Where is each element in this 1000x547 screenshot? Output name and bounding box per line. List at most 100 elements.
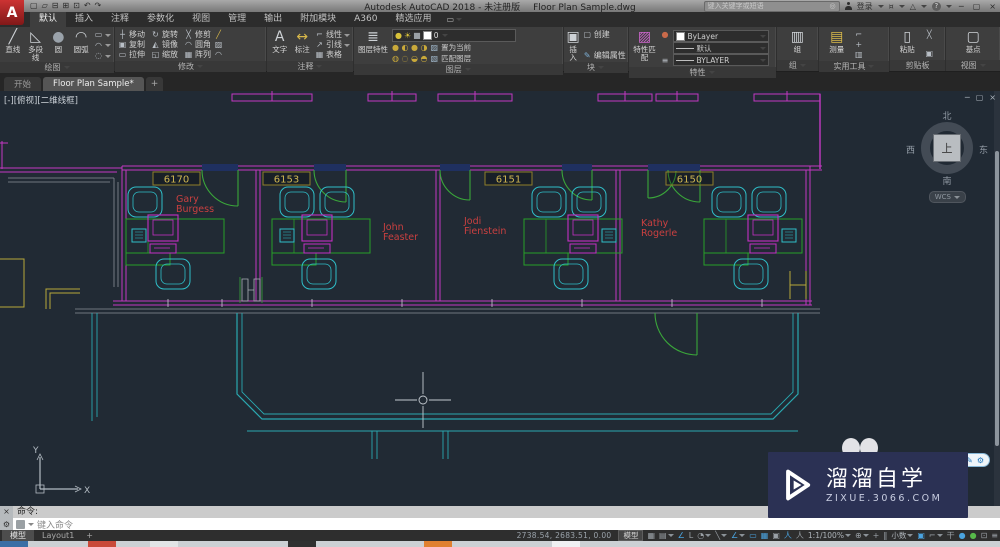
create-block-button[interactable]: ▢ 创建 [583, 30, 626, 40]
save-icon[interactable]: ⊟ [52, 1, 59, 11]
taskbar-app-0[interactable] [0, 541, 28, 547]
panel-modify-label[interactable]: 修改 [115, 61, 266, 72]
room-6151[interactable]: 6151 Jodi Fienstein [463, 171, 623, 290]
stay-connected-icon[interactable]: △ [910, 2, 916, 11]
command-close-icon[interactable]: × [3, 507, 10, 516]
panel-utilities-label[interactable]: 实用工具 [819, 61, 889, 72]
tab-featured-apps[interactable]: 精选应用 [386, 12, 440, 27]
draw-extra-1[interactable]: ◠ [94, 41, 111, 51]
vertical-scrollbar[interactable] [994, 91, 1000, 506]
annotation-monitor[interactable]: + [873, 531, 880, 540]
annotation-scale[interactable]: 1:1/100% [808, 531, 851, 540]
draw-tool-3[interactable]: ◠ 圆弧 [71, 29, 91, 62]
object-snap[interactable]: ∠ [731, 531, 746, 540]
layer-tool-icons[interactable]: ● ◐ ● ◑ [392, 43, 428, 52]
drawing-restore-icon[interactable]: ▢ [976, 93, 984, 102]
lineweight-dropdown[interactable]: 默认 [672, 42, 769, 54]
layout-tab-model[interactable]: 模型 [2, 530, 34, 541]
drawing-close-icon[interactable]: × [989, 93, 996, 102]
panel-groups-label[interactable]: 组 [776, 60, 819, 71]
undo-icon[interactable]: ↶ [84, 1, 91, 11]
open-icon[interactable]: ▱ [42, 1, 48, 11]
quick-select-icon[interactable]: ⌐ [854, 30, 863, 40]
panel-draw-label[interactable]: 绘图 [0, 62, 114, 73]
new-layout-button[interactable]: + [82, 530, 97, 541]
panel-layers-label[interactable]: 图层 [353, 64, 563, 75]
tab-insert[interactable]: 插入 [66, 12, 102, 27]
modify-拉伸[interactable]: ▭ 拉伸 [118, 50, 145, 60]
viewport-controls[interactable]: [-][俯视][二维线框] [4, 94, 78, 106]
annotation-autoscale[interactable]: 人 [796, 531, 804, 540]
redo-icon[interactable]: ↷ [95, 1, 102, 11]
store-dropdown-icon[interactable] [898, 4, 905, 8]
plot-icon[interactable]: ⊡ [73, 1, 80, 11]
quick-calc-icon[interactable]: + [854, 40, 863, 50]
annotate-1[interactable]: ↗ 引线 [315, 40, 350, 50]
layer-state-icons[interactable]: ◍ ◌ ◒ ◓ [392, 54, 428, 63]
taskbar-app-5[interactable] [552, 541, 580, 547]
ime-settings-icon[interactable]: ⚙ [977, 456, 984, 465]
panel-annotation-label[interactable]: 注释 [266, 61, 353, 72]
room-6153[interactable]: 6153 John Feaster [262, 171, 418, 290]
layer-properties-button[interactable]: ≣ 图层特性 [357, 29, 389, 64]
tab-addins[interactable]: 附加模块 [291, 12, 345, 27]
recent-commands-icon[interactable] [16, 519, 25, 529]
cut-icon[interactable]: ╳ [925, 30, 934, 40]
tab-a360[interactable]: A360 [345, 12, 386, 27]
room-6170[interactable]: 6170 Gary Burgess [125, 171, 225, 290]
workspace-switching[interactable]: ⊕ [855, 531, 869, 540]
match-layer-button[interactable]: 匹配图层 [441, 53, 471, 64]
draw-extra-2[interactable]: ◌ [94, 51, 111, 61]
quick-properties[interactable]: ▣ [917, 531, 925, 540]
panel-properties-label[interactable]: 特性 [628, 67, 776, 78]
lock-ui[interactable]: ⌐ [929, 531, 943, 540]
viewcube-east[interactable]: 东 [979, 143, 988, 156]
draw-tool-1[interactable]: ◺ 多段线 [26, 29, 46, 62]
connect-dropdown-icon[interactable] [920, 4, 927, 8]
recent-commands-dropdown-icon[interactable] [28, 522, 34, 526]
viewcube-north[interactable]: 北 [914, 109, 980, 122]
polar-tracking[interactable]: ◔ [697, 531, 712, 540]
infer-constraints[interactable]: ∠ [678, 531, 685, 540]
grid-display[interactable]: ▦ [647, 531, 655, 540]
tab-output[interactable]: 输出 [255, 12, 291, 27]
edit-attributes-button[interactable]: ✎ 编辑属性 [583, 51, 626, 61]
windows-taskbar[interactable] [0, 541, 1000, 547]
modify-阵列[interactable]: ▦ 阵列 [184, 50, 211, 60]
base-view-button[interactable]: ▢ 基点 [959, 29, 988, 60]
dimension-button[interactable]: ↔ 标注 [292, 29, 312, 61]
transparency[interactable]: ▦ [761, 531, 769, 540]
floor-plan-drawing[interactable]: Y X 6170 Gary Burgess 6153 John Feaster 6151 Jo… [0, 91, 1000, 506]
match-properties-button[interactable]: ▨ 特性匹配 [632, 29, 658, 67]
modify-圆角[interactable]: ◠ 圆角 [184, 40, 211, 50]
annotation-visibility[interactable]: 人 [784, 531, 792, 540]
modify-旋转[interactable]: ↻ 旋转 [151, 30, 178, 40]
clean-screen[interactable]: ⊡ [981, 531, 988, 540]
file-tab-start[interactable]: 开始 [4, 77, 42, 91]
draw-tool-2[interactable]: ● 圆 [49, 29, 69, 62]
customization-menu[interactable]: ≡ [991, 531, 998, 540]
drawing-minimize-icon[interactable]: ─ [965, 93, 970, 102]
taskbar-app-3[interactable] [288, 541, 316, 547]
restore-button[interactable]: ▢ [971, 2, 983, 11]
isolate-objects[interactable]: 干 [947, 531, 955, 540]
object-snap-tracking[interactable]: ╲ [715, 531, 728, 540]
id-point-icon[interactable]: ▥ [854, 50, 863, 60]
insert-block-button[interactable]: ▣ 插入 [567, 29, 580, 62]
drawing-area[interactable]: Y X 6170 Gary Burgess 6153 John Feaster 6151 Jo… [0, 91, 1000, 506]
modify-修剪[interactable]: ╳ 修剪 [184, 30, 211, 40]
layout-tab-layout1[interactable]: Layout1 [34, 530, 82, 541]
command-customize-icon[interactable]: ⚙ [3, 520, 10, 529]
set-current-button[interactable]: 置为当前 [441, 42, 471, 53]
copy-clip-icon[interactable]: ▣ [925, 49, 934, 59]
show-lineweight[interactable]: ▭ [749, 531, 757, 540]
panel-block-label[interactable]: 块 [563, 62, 628, 73]
application-menu-button[interactable]: A [0, 0, 24, 25]
modify-缩放[interactable]: ◱ 缩放 [151, 50, 178, 60]
annotate-0[interactable]: ⌐ 线性 [315, 30, 350, 40]
taskbar-app-4[interactable] [424, 541, 452, 547]
qnew-icon[interactable]: ▢ [30, 1, 38, 11]
room-6150[interactable]: 6150 Kathy Rogerle [641, 171, 803, 290]
close-button[interactable]: × [987, 2, 998, 11]
search-input[interactable]: 键入关键字或短语 ◎ [703, 0, 840, 12]
